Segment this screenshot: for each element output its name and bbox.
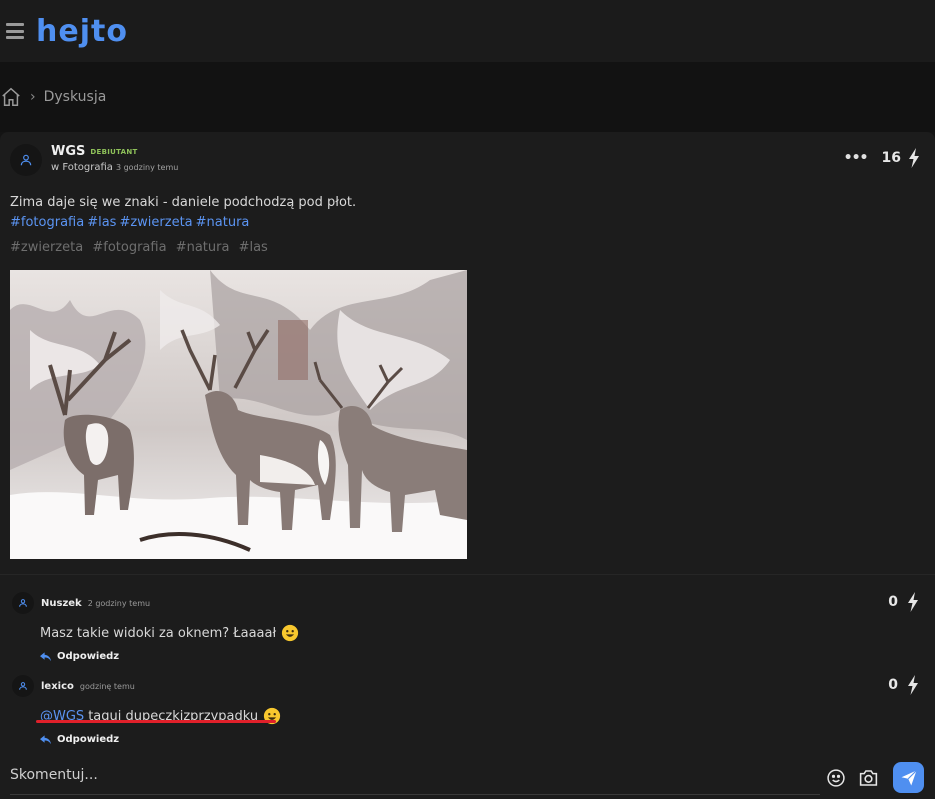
comment: Nuszek 2 godziny temu Masz takie widoki … [12,592,922,662]
comment-author[interactable]: Nuszek [41,598,82,609]
annotation-underline [36,720,276,723]
post-card: WGS DEBIUTANT w Fotografia 3 godziny temu… [0,132,935,799]
post-header: WGS DEBIUTANT w Fotografia 3 godziny temu [10,144,178,176]
menu-icon[interactable] [6,23,24,39]
post-votes: 16 [881,150,901,166]
emoji-icon[interactable] [826,768,846,788]
top-bar: hejto [0,0,935,62]
breadcrumb-current[interactable]: Dyskusja [44,89,107,105]
reply-icon [40,651,51,661]
comment-votes: 0 [888,594,898,610]
tag-chip[interactable]: #fotografia [92,240,166,255]
tag-chip[interactable]: #zwierzeta [10,240,83,255]
logo[interactable]: hejto [36,14,128,49]
comment-body: Masz takie widoki za oknem? Łaaaał [40,625,277,641]
reply-button[interactable]: Odpowiedz [40,734,922,745]
lightning-icon[interactable] [906,675,920,695]
tag-chip[interactable]: #natura [176,240,230,255]
post-body: Zima daje się we znaki - daniele podchod… [10,193,356,233]
lightning-icon[interactable] [907,148,921,168]
avatar[interactable] [12,592,34,614]
comment-text: Masz takie widoki za oknem? Łaaaał [40,624,922,642]
send-button[interactable] [893,762,924,793]
divider [0,574,935,575]
hashtag-link[interactable]: #zwierzeta [119,215,192,230]
comment-vote: 0 [888,675,920,695]
user-icon [19,682,27,690]
smiley-icon [282,624,299,642]
comment-vote: 0 [888,592,920,612]
post-photo[interactable] [10,270,467,559]
hashtag-link[interactable]: #las [87,215,116,230]
post-author[interactable]: WGS [51,144,85,159]
reply-icon [40,734,51,744]
status-badge: DEBIUTANT [90,147,138,156]
comment-votes: 0 [888,677,898,693]
breadcrumb: › Dyskusja [0,62,935,132]
post-tags: #zwierzeta #fotografia #natura #las [10,240,273,255]
hashtag-link[interactable]: #natura [196,215,250,230]
home-icon[interactable] [0,86,22,108]
user-icon [20,154,32,166]
hashtag-link[interactable]: #fotografia [10,215,84,230]
avatar[interactable] [12,675,34,697]
tag-chip[interactable]: #las [239,240,268,255]
lightning-icon[interactable] [906,592,920,612]
post-text: Zima daje się we znaki - daniele podchod… [10,195,357,210]
reply-label: Odpowiedz [57,651,120,662]
comment: lexico godzinę temu @WGS taguj dupeczkiz… [12,675,922,745]
avatar[interactable] [10,144,42,176]
inline-hashtags: #fotografia #las #zwierzeta #natura [10,213,356,233]
comment-input[interactable] [10,755,820,795]
comment-author[interactable]: lexico [41,681,74,692]
comment-time: 2 godziny temu [87,598,151,608]
post-community[interactable]: w Fotografia [51,162,113,173]
reply-label: Odpowiedz [57,734,120,745]
send-icon [901,769,917,785]
chevron-right-icon: › [30,89,36,105]
more-icon[interactable]: ••• [844,150,869,166]
post-actions: ••• 16 [844,148,921,168]
user-icon [19,599,27,607]
post-time: 3 godziny temu [115,163,179,172]
reply-button[interactable]: Odpowiedz [40,651,922,662]
comment-input-area [0,755,935,799]
camera-icon[interactable] [858,768,879,788]
comment-time: godzinę temu [79,681,135,691]
